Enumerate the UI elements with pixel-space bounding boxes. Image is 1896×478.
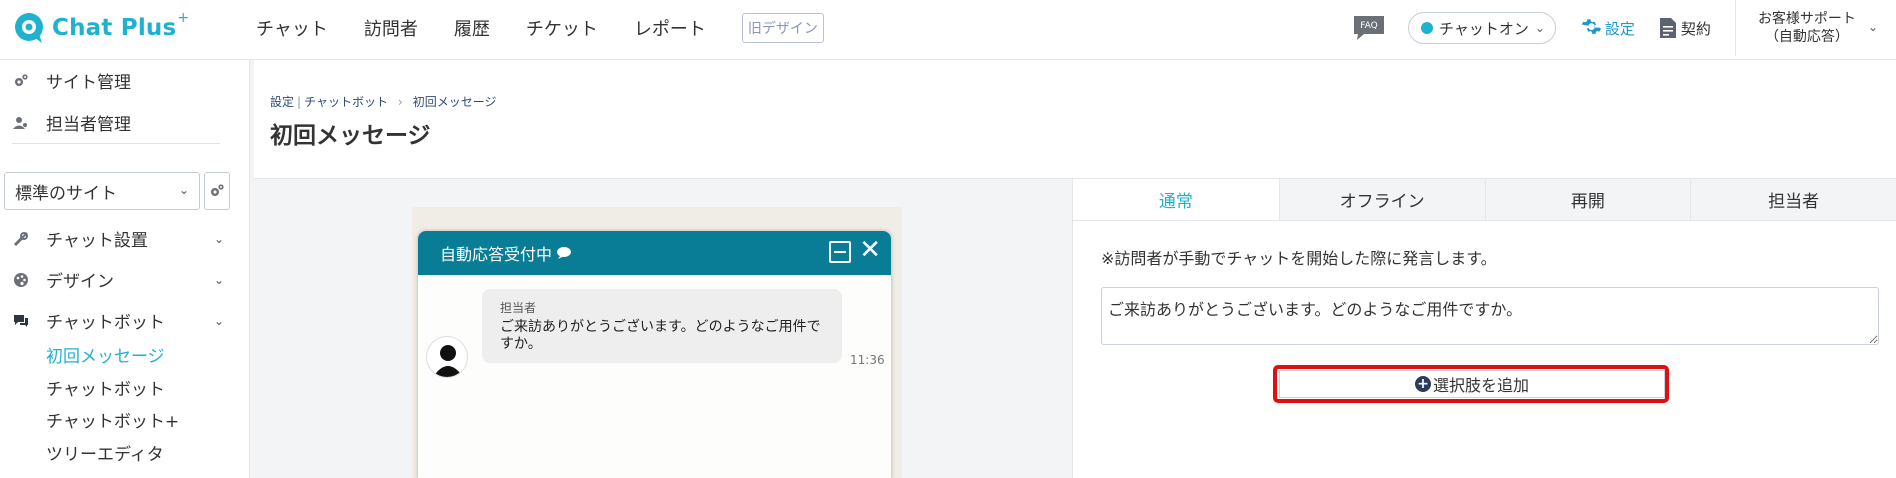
gears-icon	[211, 184, 224, 196]
sidebar-divider	[12, 143, 220, 144]
chevron-down-icon: ⌄	[214, 272, 225, 287]
support-line2: （自動応答）	[1764, 29, 1849, 45]
message-text: ご来訪ありがとうございます。どのようなご用件ですか。	[500, 319, 821, 352]
sidebar-subitem-first-message[interactable]: 初回メッセージ	[46, 342, 165, 367]
editor-tabs: 通常 オフライン 再開 担当者	[1073, 179, 1896, 221]
support-dropdown[interactable]: お客様サポート （自動応答） ⌄	[1734, 0, 1896, 56]
top-header: Chat Plus + チャット 訪問者 履歴 チケット レポート 旧デザイン …	[0, 0, 1896, 60]
sidebar-subitem-tree-editor[interactable]: ツリーエディタ	[46, 440, 164, 465]
palette-icon	[12, 271, 30, 289]
settings-label: 設定	[1604, 19, 1635, 38]
sidebar-item-label: 担当者管理	[46, 115, 131, 135]
gears-icon	[12, 72, 30, 90]
breadcrumb: 設定 | チャットボット › 初回メッセージ	[270, 95, 497, 109]
nav-history[interactable]: 履歴	[454, 15, 490, 41]
avatar	[426, 336, 468, 378]
faq-icon[interactable]: FAQ	[1352, 14, 1388, 42]
sidebar-item-label: チャット設置	[46, 231, 148, 251]
sidebar-item-chatbot[interactable]: チャットボット ⌄	[12, 308, 232, 333]
chat-plus-logo-icon	[15, 13, 43, 43]
widget-header: 自動応答受付中 ✕	[418, 231, 891, 275]
tools-icon	[12, 230, 30, 248]
status-dot-icon	[1420, 22, 1433, 34]
chevron-down-icon: ⌄	[1867, 20, 1878, 35]
speech-bubble-icon	[557, 247, 572, 259]
logo[interactable]: Chat Plus +	[12, 8, 189, 48]
users-icon	[12, 114, 30, 132]
site-settings-button[interactable]	[204, 172, 230, 210]
nav-chat[interactable]: チャット	[256, 15, 328, 41]
tab-staff[interactable]: 担当者	[1690, 179, 1896, 220]
sidebar-subitem-chatbot-plus[interactable]: チャットボット+	[46, 407, 179, 432]
sidebar-item-design[interactable]: デザイン ⌄	[12, 267, 232, 292]
sidebar-subitem-chatbot[interactable]: チャットボット	[46, 375, 165, 400]
nav-reports[interactable]: レポート	[634, 15, 706, 41]
sidebar-item-chat-setup[interactable]: チャット設置 ⌄	[12, 226, 232, 251]
content-area: 自動応答受付中 ✕ 担当者 ご来訪ありがとうございます。どのようなご用件ですか。…	[254, 178, 1896, 478]
chat-bubbles-icon	[12, 312, 30, 330]
message-time: 11:36	[850, 353, 885, 367]
sidebar: サイト管理 担当者管理 標準のサイト ⌄ チャット設置 ⌄ デザイン ⌄ チャッ…	[0, 60, 258, 478]
plus-circle-icon: +	[1414, 376, 1431, 392]
contract-label: 契約	[1680, 19, 1711, 38]
chevron-down-icon: ⌄	[214, 231, 225, 246]
first-message-textarea[interactable]: ご来訪ありがとうございます。どのようなご用件ですか。	[1101, 287, 1879, 345]
message-sender: 担当者	[500, 301, 537, 315]
site-select[interactable]: 標準のサイト ⌄	[4, 172, 200, 210]
sidebar-item-label: デザイン	[46, 272, 114, 292]
tab-offline[interactable]: オフライン	[1278, 179, 1485, 220]
sidebar-item-site-admin[interactable]: サイト管理	[12, 68, 131, 93]
site-select-value: 標準のサイト	[15, 183, 117, 204]
header-tools: FAQ チャットオン ⌄ 設定 契約 お客様サポート （自動応答） ⌄	[1352, 0, 1896, 56]
sidebar-item-staff-admin[interactable]: 担当者管理	[12, 110, 131, 135]
logo-text: Chat Plus	[52, 15, 177, 41]
breadcrumb-settings[interactable]: 設定	[270, 95, 294, 109]
editor-note: ※訪問者が手動でチャットを開始した際に発言します。	[1101, 249, 1497, 268]
faq-label: FAQ	[1360, 21, 1377, 31]
message-bubble: 担当者 ご来訪ありがとうございます。どのようなご用件ですか。	[482, 289, 842, 363]
chevron-down-icon: ⌄	[1534, 21, 1545, 35]
chat-status-label: チャットオン	[1438, 19, 1529, 38]
gear-icon	[1581, 19, 1601, 34]
chat-widget-preview: 自動応答受付中 ✕ 担当者 ご来訪ありがとうございます。どのようなご用件ですか。…	[418, 231, 891, 478]
close-icon[interactable]: ✕	[859, 237, 881, 263]
nav-visitors[interactable]: 訪問者	[364, 15, 418, 41]
message-editor: 通常 オフライン 再開 担当者 ※訪問者が手動でチャットを開始した際に発言します…	[1072, 179, 1896, 478]
nav-tickets[interactable]: チケット	[526, 15, 598, 41]
logo-sup: +	[177, 10, 190, 26]
main-content: 設定 | チャットボット › 初回メッセージ 初回メッセージ 自動応答受付中 ✕ 担当者…	[254, 60, 1896, 478]
main-nav: チャット 訪問者 履歴 チケット レポート 旧デザイン	[256, 0, 824, 56]
chevron-down-icon: ⌄	[178, 183, 189, 197]
faq-bubble-icon: FAQ	[1353, 16, 1384, 40]
breadcrumb-first-message: 初回メッセージ	[412, 95, 497, 109]
breadcrumb-chatbot[interactable]: チャットボット	[304, 95, 388, 109]
old-design-button[interactable]: 旧デザイン	[741, 13, 824, 43]
support-line1: お客様サポート	[1757, 10, 1856, 27]
chevron-down-icon: ⌄	[214, 313, 225, 328]
document-icon	[1659, 18, 1676, 38]
user-silhouette-icon	[433, 345, 463, 377]
chat-status-dropdown[interactable]: チャットオン ⌄	[1407, 12, 1556, 44]
add-choice-button[interactable]: + 選択肢を追加	[1279, 370, 1665, 398]
page-title: 初回メッセージ	[270, 123, 431, 149]
widget-title: 自動応答受付中	[440, 245, 553, 264]
contract-link[interactable]: 契約	[1659, 17, 1711, 39]
tab-normal[interactable]: 通常	[1073, 179, 1279, 220]
sidebar-item-label: チャットボット	[46, 313, 165, 333]
sidebar-item-label: サイト管理	[46, 73, 131, 93]
tab-resume[interactable]: 再開	[1484, 179, 1691, 220]
add-choice-label: 選択肢を追加	[1432, 376, 1529, 395]
minimize-icon[interactable]	[829, 241, 851, 263]
settings-link[interactable]: 設定	[1580, 17, 1635, 39]
